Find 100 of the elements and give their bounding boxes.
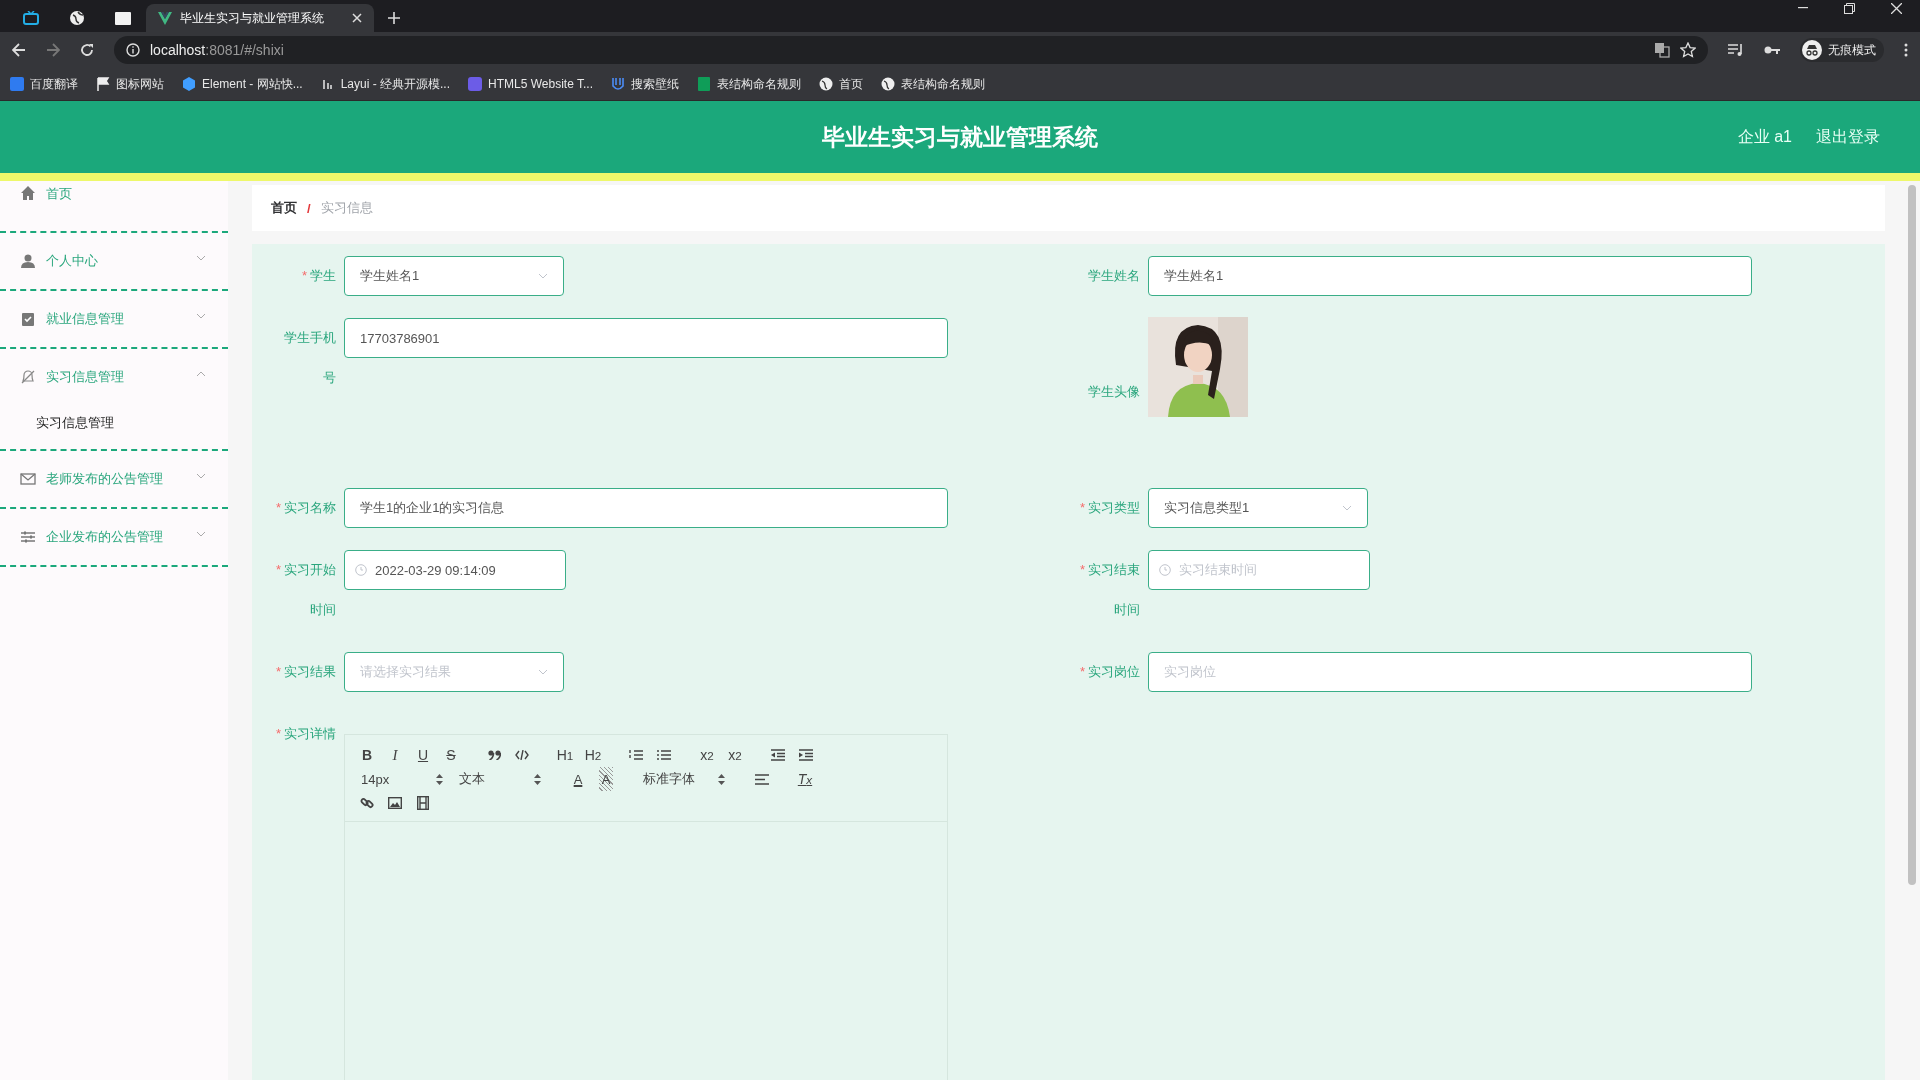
input-field[interactable]: 17703786901 xyxy=(344,318,948,358)
link-icon xyxy=(360,796,374,810)
required-mark: * xyxy=(275,663,281,681)
breadcrumb-current: 实习信息 xyxy=(320,199,373,217)
text-color-button[interactable]: A xyxy=(564,767,592,791)
field-label: 实习结束时间 xyxy=(1088,561,1140,619)
system-title: 毕业生实习与就业管理系统 xyxy=(822,122,1098,152)
input-field[interactable]: 学生姓名1 xyxy=(1148,256,1752,296)
browser-tab[interactable]: 毕业生实习与就业管理系统 xyxy=(146,4,374,32)
updown-icon xyxy=(436,773,443,785)
v-logo-icon xyxy=(158,11,172,25)
bookmark[interactable]: 表结构命名规则 xyxy=(881,75,985,93)
key-icon[interactable] xyxy=(1764,45,1780,55)
italic-button[interactable]: I xyxy=(381,743,409,767)
required-mark: * xyxy=(275,561,281,579)
media-icon[interactable] xyxy=(1728,43,1744,57)
bookmark[interactable]: 搜索壁纸 xyxy=(611,75,679,93)
page-icon xyxy=(115,11,131,25)
required-mark: * xyxy=(1079,499,1085,517)
code-icon xyxy=(515,750,529,760)
font-picker[interactable]: 标准字体 xyxy=(635,767,733,791)
bookmark-icon xyxy=(182,77,196,91)
bookmark[interactable]: Element - 网站快... xyxy=(182,75,303,93)
underline-button[interactable]: U xyxy=(409,743,437,767)
ordered-list-icon xyxy=(629,749,643,761)
field-label: 实习开始时间 xyxy=(284,561,336,619)
profile-button[interactable]: 无痕模式 xyxy=(1800,38,1884,62)
forward-icon[interactable] xyxy=(46,43,60,57)
field-label: 学生头像 xyxy=(1088,383,1140,401)
quote-icon xyxy=(487,750,501,760)
clock-icon xyxy=(355,564,367,576)
restore-icon[interactable] xyxy=(1844,2,1855,14)
bookmark[interactable]: 图标网站 xyxy=(96,75,164,93)
date-field[interactable]: 2022-03-29 09:14:09 xyxy=(344,550,566,590)
new-tab-icon[interactable] xyxy=(388,12,400,24)
field-label: 实习名称 xyxy=(284,499,336,517)
indent-icon xyxy=(799,749,813,761)
info-icon xyxy=(126,43,140,57)
required-mark: * xyxy=(275,499,281,517)
bookmark[interactable]: 百度翻译 xyxy=(10,75,78,93)
field-label: 实习类型 xyxy=(1088,499,1140,517)
field-label: 实习详情 xyxy=(284,725,336,743)
breadcrumb-link[interactable]: 首页 xyxy=(271,199,297,217)
more-icon[interactable] xyxy=(1904,43,1908,57)
url-text: localhost:8081/#/shixi xyxy=(150,42,284,58)
outdent-icon xyxy=(771,749,785,761)
field-label: 学生手机号 xyxy=(284,329,336,387)
bookmark-icon xyxy=(468,77,483,91)
updown-icon xyxy=(718,773,725,785)
select-field[interactable]: 学生姓名1 xyxy=(344,256,564,296)
bookmark-icon xyxy=(881,77,895,91)
chevron-icon xyxy=(538,273,548,279)
field-label: 实习岗位 xyxy=(1088,663,1140,681)
chevron-icon xyxy=(1342,505,1352,511)
strikethrough-button[interactable]: S xyxy=(437,743,465,767)
image-icon xyxy=(388,797,402,809)
globe-icon xyxy=(69,10,85,26)
required-mark: * xyxy=(275,725,281,743)
breadcrumb-separator: / xyxy=(307,200,311,216)
align-icon xyxy=(755,773,769,785)
menu-icon xyxy=(20,529,36,545)
menu-icon xyxy=(20,185,36,201)
input-field[interactable]: 学生1的企业1的实习信息 xyxy=(344,488,948,528)
header-picker[interactable]: 文本 xyxy=(451,767,549,791)
close-icon[interactable] xyxy=(352,13,362,23)
bookmark-icon xyxy=(819,77,833,91)
bookmark-icon xyxy=(320,77,335,91)
menu-icon xyxy=(20,369,36,385)
minimize-icon[interactable] xyxy=(1798,7,1808,9)
back-icon[interactable] xyxy=(12,43,26,57)
close-icon[interactable] xyxy=(1891,2,1902,14)
required-mark: * xyxy=(1079,663,1085,681)
bookmark-icon xyxy=(611,77,625,91)
translate-icon[interactable] xyxy=(1654,42,1670,58)
bookmark-icon xyxy=(697,77,711,91)
bookmark-icon xyxy=(96,77,110,91)
bookmark[interactable]: Layui - 经典开源模... xyxy=(320,75,451,93)
required-mark: * xyxy=(301,267,307,285)
required-mark: * xyxy=(1079,561,1085,579)
address-bar[interactable]: localhost:8081/#/shixi xyxy=(114,36,1708,64)
bullet-list-icon xyxy=(657,749,671,761)
bookmark-icon xyxy=(10,77,24,91)
background-color-button[interactable]: A xyxy=(599,767,613,791)
field-label: 学生姓名 xyxy=(1088,267,1140,285)
star-icon[interactable] xyxy=(1680,42,1696,58)
bookmark[interactable]: HTML5 Website T... xyxy=(468,77,593,91)
field-label: 学生 xyxy=(310,267,336,285)
size-picker[interactable]: 14px xyxy=(353,767,451,791)
video-icon xyxy=(417,796,429,810)
scrollbar-thumb[interactable] xyxy=(1908,185,1916,885)
menu-icon xyxy=(20,253,36,269)
field-label: 实习结果 xyxy=(284,663,336,681)
select-field[interactable]: 实习信息类型1 xyxy=(1148,488,1368,528)
incognito-icon xyxy=(1802,40,1822,60)
bookmark[interactable]: 表结构命名规则 xyxy=(697,75,801,93)
updown-icon xyxy=(534,773,541,785)
bookmark[interactable]: 首页 xyxy=(819,75,863,93)
bold-button[interactable]: B xyxy=(353,743,381,767)
reload-icon[interactable] xyxy=(80,43,94,57)
menu-icon xyxy=(20,311,36,327)
